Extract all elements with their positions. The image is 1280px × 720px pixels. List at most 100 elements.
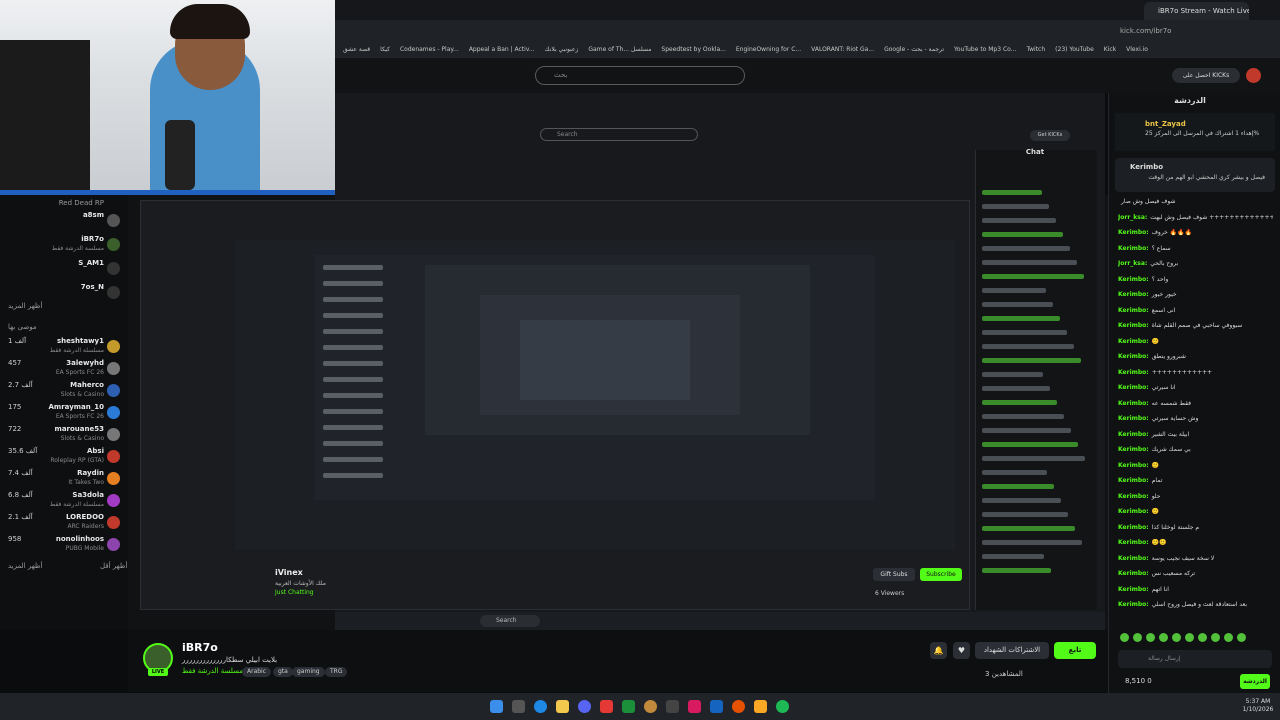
obs-icon[interactable]	[666, 700, 679, 713]
chat-username[interactable]: Jorr_ksa:	[1118, 260, 1147, 267]
chat-username[interactable]: Kerimbo:	[1118, 601, 1149, 608]
chat-username[interactable]: Kerimbo:	[1118, 245, 1149, 252]
chat-username[interactable]: Jorr_ksa:	[1118, 214, 1147, 221]
pinned-username[interactable]: bnt_Zayad	[1145, 120, 1186, 128]
bookmark-item[interactable]: قصة عشق	[343, 42, 370, 58]
sidebar-recommended-item[interactable]: 6.8 آلف Sa3dola مسلسلة الدرشة فقط	[0, 490, 128, 512]
bookmark-item[interactable]: كيكا	[380, 42, 390, 58]
sidebar-following-item[interactable]: 7os_N	[0, 282, 128, 304]
follow-button[interactable]: تابع	[1054, 642, 1096, 659]
sidebar-recommended-item[interactable]: 2.7 آلف Mahercο Slots & Casino	[0, 380, 128, 402]
sidebar-recommended-item[interactable]: 1 آلف sheshtawy1 مسلسلة الدرشة فقط	[0, 336, 128, 358]
chat-username[interactable]: Kerimbo:	[1118, 322, 1149, 329]
url-text[interactable]: kick.com/ibr7o	[1120, 24, 1180, 38]
clock-time[interactable]: 5:37 AM	[1240, 697, 1276, 706]
sidebar-recommended-item[interactable]: 175 Amrayman_10 EA Sports FC 26	[0, 402, 128, 424]
bookmark-item[interactable]: (23) YouTube	[1055, 42, 1094, 58]
sidebar-recommended-item[interactable]: 7.4 آلف Raydin It Takes Two	[0, 468, 128, 490]
file-explorer-icon[interactable]	[556, 700, 569, 713]
chat-username[interactable]: Kerimbo:	[1118, 555, 1149, 562]
bell-icon[interactable]: 🔔	[930, 642, 947, 659]
sidebar-following-item[interactable]: a8sm	[0, 210, 128, 232]
bookmark-item[interactable]: Vlexi.io	[1126, 42, 1148, 58]
chat-username[interactable]: Kerimbo:	[1118, 508, 1149, 515]
emote-icon[interactable]	[1146, 633, 1155, 642]
sidebar-following-item[interactable]: S_AM1	[0, 258, 128, 280]
chat-username[interactable]: Kerimbo:	[1118, 307, 1149, 314]
chat-username[interactable]: Kerimbo:	[1118, 586, 1149, 593]
emote-icon[interactable]	[1120, 633, 1129, 642]
browser-tab-active[interactable]: iBR7o Stream - Watch Live on Kick	[1144, 2, 1249, 20]
bookmark-item[interactable]: Codenames - Play...	[400, 42, 459, 58]
bookmark-item[interactable]: YouTube to Mp3 Co...	[954, 42, 1016, 58]
app-icon[interactable]	[644, 700, 657, 713]
user-avatar[interactable]	[1246, 68, 1261, 83]
chat-username[interactable]: Kerimbo:	[1118, 462, 1149, 469]
chat-username[interactable]: Kerimbo:	[1118, 477, 1149, 484]
chat-username[interactable]: Kerimbo:	[1118, 338, 1149, 345]
sidebar-following-item[interactable]: iBR7o مسلسة الدرشة فقط	[0, 234, 128, 256]
emote-icon[interactable]	[1172, 633, 1181, 642]
tag-trg[interactable]: TRG	[325, 667, 348, 677]
bookmark-item[interactable]: زعبونبي بلانك	[545, 42, 579, 58]
bookmark-item[interactable]: Appeal a Ban | Activ...	[469, 42, 535, 58]
emote-icon[interactable]	[1224, 633, 1233, 642]
emote-icon[interactable]	[1237, 633, 1246, 642]
chat-input[interactable]: إرسال رسالة	[1118, 650, 1272, 668]
chat-username[interactable]: Kerimbo:	[1118, 369, 1149, 376]
tag-arabic[interactable]: Arabic	[242, 667, 272, 677]
chat-username[interactable]: Kerimbo:	[1118, 524, 1149, 531]
emote-icon[interactable]	[1198, 633, 1207, 642]
stream-category[interactable]: مسلسة الدرشة فقط	[182, 667, 243, 675]
pinned2-username[interactable]: Kerimbo	[1130, 163, 1163, 171]
chat-username[interactable]: Kerimbo:	[1118, 384, 1149, 391]
bookmark-item[interactable]: Game of Th... مسلسل	[588, 42, 651, 58]
chat-username[interactable]: Kerimbo:	[1118, 570, 1149, 577]
sidebar-recommended-item[interactable]: 35.6 آلف Absi Roleplay RP (GTA)	[0, 446, 128, 468]
emote-icon[interactable]	[1211, 633, 1220, 642]
chat-username[interactable]: Kerimbo:	[1118, 291, 1149, 298]
sidebar-recommended-item[interactable]: 457 3alewyhd EA Sports FC 26	[0, 358, 128, 380]
bookmark-item[interactable]: Twitch	[1026, 42, 1045, 58]
chat-username[interactable]: Kerimbo:	[1118, 353, 1149, 360]
chat-username[interactable]: Kerimbo:	[1118, 415, 1149, 422]
youtube-icon[interactable]	[600, 700, 613, 713]
folder-icon[interactable]	[754, 700, 767, 713]
task-view-icon[interactable]	[512, 700, 525, 713]
clock-date[interactable]: 1/10/2026	[1240, 706, 1276, 713]
chat-username[interactable]: Kerimbo:	[1118, 431, 1149, 438]
spotify-icon[interactable]	[776, 700, 789, 713]
xbox-icon[interactable]	[622, 700, 635, 713]
chrome-icon[interactable]	[732, 700, 745, 713]
tag-gaming[interactable]: gaming	[292, 667, 325, 677]
bookmark-item[interactable]: Speedtest by Ookla...	[661, 42, 725, 58]
sidebar-recommended-item[interactable]: 958 nonolinhoos PUBG Mobile	[0, 534, 128, 556]
chat-username[interactable]: Kerimbo:	[1118, 276, 1149, 283]
chat-username[interactable]: Kerimbo:	[1118, 539, 1149, 546]
sidebar-top-item[interactable]: Red Dead RP	[59, 199, 104, 207]
steam-icon[interactable]	[710, 700, 723, 713]
chat-username[interactable]: Kerimbo:	[1118, 229, 1149, 236]
emote-bar[interactable]	[1120, 633, 1270, 645]
tag-gta[interactable]: gta	[273, 667, 293, 677]
edge-icon[interactable]	[534, 700, 547, 713]
streamer-name[interactable]: iBR7o	[182, 641, 218, 654]
emote-icon[interactable]	[1159, 633, 1168, 642]
send-chat-button[interactable]: الدردشة	[1240, 674, 1270, 689]
windows-start-icon[interactable]	[490, 700, 503, 713]
emote-icon[interactable]	[1133, 633, 1142, 642]
bookmark-item[interactable]: Kick	[1104, 42, 1116, 58]
bookmark-item[interactable]: VALORANT: Riot Ga...	[811, 42, 874, 58]
bookmark-item[interactable]: Google - ترجمة - بحث	[884, 42, 944, 58]
search-input[interactable]: بحث	[535, 66, 745, 85]
sidebar-recommended-item[interactable]: 2.1 آلف LOREDOO ARC Raiders	[0, 512, 128, 534]
netflix-icon[interactable]	[688, 700, 701, 713]
discord-icon[interactable]	[578, 700, 591, 713]
emote-icon[interactable]	[1185, 633, 1194, 642]
bookmark-item[interactable]: EngineOwning for C...	[736, 42, 801, 58]
chat-username[interactable]: Kerimbo:	[1118, 493, 1149, 500]
subscriptions-button[interactable]: الاشتراكات الشهداد	[975, 642, 1049, 659]
heart-icon[interactable]: ♥	[953, 642, 970, 659]
sidebar-recommended-item[interactable]: 722 marouane53 Slots & Casino	[0, 424, 128, 446]
chat-username[interactable]: Kerimbo:	[1118, 400, 1149, 407]
